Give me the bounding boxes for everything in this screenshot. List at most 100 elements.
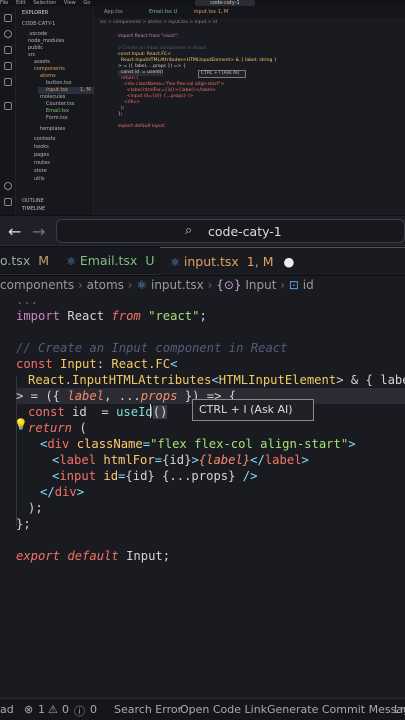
identifier: Input <box>52 357 97 371</box>
tab-app[interactable]: o.tsx M <box>0 247 49 275</box>
tree-item[interactable]: assets <box>34 59 50 66</box>
parameter: label <box>67 389 105 403</box>
lightbulb-icon[interactable]: 💡 <box>14 418 28 431</box>
punctuation: : <box>96 357 112 371</box>
tree-item[interactable]: button.tsx <box>46 80 72 87</box>
jsx-attribute: className <box>69 437 143 451</box>
tree-item[interactable]: pages <box>34 152 49 159</box>
tree-item[interactable]: public <box>28 45 43 52</box>
unsaved-dot-icon[interactable]: ● <box>283 254 294 269</box>
tree-item[interactable]: contexts <box>34 136 55 143</box>
tree-item[interactable]: templates <box>40 126 65 133</box>
mini-tab[interactable]: Email.tsx U <box>149 9 177 15</box>
tree-item[interactable]: Form.tsx <box>46 115 68 122</box>
tree-item[interactable]: store <box>34 168 47 175</box>
breadcrumb-item[interactable]: atoms <box>87 278 124 292</box>
back-arrow-icon[interactable]: ← <box>8 222 21 241</box>
punctuation: < <box>170 357 178 371</box>
project-name[interactable]: CODE-CATY-1 <box>22 21 55 28</box>
tree-item[interactable]: components <box>34 66 65 73</box>
punctuation: </ <box>250 453 265 467</box>
tab-label: Email.tsx <box>79 253 138 268</box>
identifier: id = <box>64 405 117 419</box>
line-indicator[interactable]: Ln <box>394 703 405 716</box>
command-search-box[interactable]: ⌕ code-caty-1 <box>56 219 405 243</box>
source-control-icon[interactable] <box>4 46 12 54</box>
function-call: useId <box>116 405 153 419</box>
forward-arrow-icon[interactable]: → <box>32 222 45 241</box>
tree-item[interactable]: node_modules <box>28 38 64 45</box>
code-fold-ellipsis: ... <box>16 293 39 307</box>
breadcrumb-item[interactable]: Input <box>245 278 276 292</box>
error-count[interactable]: 1 <box>38 703 45 716</box>
code-comment: // Create an Input component in React <box>16 341 288 355</box>
timeline-section[interactable]: TIMELINE <box>22 206 45 213</box>
settings-gear-icon[interactable] <box>4 198 12 206</box>
mini-tab-active[interactable]: input.tsx 1, M <box>194 9 228 15</box>
search-text: code-caty-1 <box>208 224 282 239</box>
open-code-link-item[interactable]: Open Code Link <box>180 703 267 716</box>
mini-code-line: }; <box>118 112 123 117</box>
punctuation: () <box>152 405 168 419</box>
breadcrumb-item[interactable]: input.tsx <box>151 278 204 292</box>
keyword: const <box>16 357 53 371</box>
tab-label: o.tsx <box>0 253 31 268</box>
tab-badge: U <box>145 253 155 268</box>
breadcrumb-item[interactable]: id <box>303 278 314 292</box>
jsx-tag: label <box>59 453 97 467</box>
outline-section[interactable]: OUTLINE <box>22 198 44 205</box>
search-icon: ⌕ <box>185 223 193 238</box>
jsx-attribute: htmlFor <box>96 453 155 467</box>
generate-commit-message-item[interactable]: Generate Commit Message <box>267 703 405 716</box>
punctuation: < <box>211 373 219 387</box>
mini-editor: App.tsx Email.tsx U input.tsx 1, M src >… <box>94 6 405 215</box>
warning-icon[interactable]: ⚠ <box>48 703 58 716</box>
expression: {id} <box>162 453 192 467</box>
tree-item-status: 1, M <box>80 87 91 93</box>
punctuation: > & { <box>336 373 381 387</box>
tab-email[interactable]: ⚛ Email.tsx U <box>66 247 154 275</box>
tree-item[interactable]: hooks <box>34 144 49 151</box>
warning-count[interactable]: 0 <box>62 703 69 716</box>
keyword: from <box>111 309 141 323</box>
account-icon[interactable] <box>4 182 12 190</box>
tree-item[interactable]: routes <box>34 160 50 167</box>
property: label <box>380 373 405 387</box>
chevron-right-icon: › <box>207 278 217 292</box>
mini-tab[interactable]: App.tsx <box>104 9 123 15</box>
files-icon[interactable] <box>4 14 12 22</box>
code-line-import: import React from "react"; <box>16 308 207 324</box>
parameter: props <box>140 389 178 403</box>
ask-ai-tooltip[interactable]: CTRL + I (Ask AI) <box>192 399 314 421</box>
code-line-export: export default Input; <box>16 548 170 564</box>
jsx-tag: label <box>264 453 302 467</box>
editor-tab-bar: o.tsx M ⚛ Email.tsx U ⚛ input.tsx 1, M ● <box>0 247 405 275</box>
breadcrumb-item[interactable]: components <box>0 278 74 292</box>
tree-item[interactable]: src <box>28 52 35 59</box>
tree-item[interactable]: atoms <box>40 73 56 80</box>
tree-item[interactable]: Counter.tsx <box>46 101 75 108</box>
ai-icon[interactable] <box>4 102 12 110</box>
info-count[interactable]: 0 <box>90 703 97 716</box>
type-name: React.FC <box>111 357 171 371</box>
keyword: import <box>16 309 61 323</box>
tree-item[interactable]: utils <box>34 176 45 183</box>
type-name: InputHTMLAttributes <box>72 373 212 387</box>
run-debug-icon[interactable] <box>4 62 12 70</box>
tree-item[interactable]: Email.tsx <box>46 108 69 115</box>
info-icon[interactable]: ⓘ <box>74 703 85 719</box>
search-icon[interactable] <box>4 30 12 38</box>
search-error-item[interactable]: Search Error <box>114 703 182 716</box>
react-icon: ⚛ <box>136 278 148 292</box>
error-icon[interactable]: ⊗ <box>24 703 33 716</box>
extensions-icon[interactable] <box>4 78 12 86</box>
tree-item[interactable]: molecules <box>40 94 65 101</box>
tree-item[interactable]: .vscode <box>28 31 47 38</box>
react-icon: ⚛ <box>66 255 76 268</box>
expression: {id} <box>125 469 155 483</box>
code-editor[interactable]: components › atoms › ⚛ input.tsx › {⊙} I… <box>0 276 405 698</box>
react-icon: ⚛ <box>170 256 180 269</box>
tab-input-active[interactable]: ⚛ input.tsx 1, M ● <box>160 247 405 275</box>
identifier: Input; <box>118 549 171 563</box>
branch-label[interactable]: ad <box>0 703 14 716</box>
